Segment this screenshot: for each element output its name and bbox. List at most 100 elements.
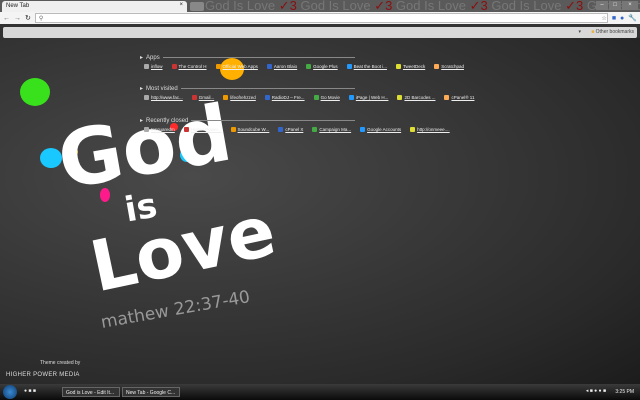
new-tab-page: God is Love mathew 22:37-40 ▸ Apps inflow…	[0, 38, 640, 384]
favicon-icon	[144, 95, 149, 100]
tile-link[interactable]: lifeofrehzzed	[223, 95, 256, 100]
reload-icon[interactable]: ↻	[25, 14, 31, 22]
favicon-icon	[264, 95, 270, 100]
tile-link[interactable]: Google Plus	[306, 64, 338, 69]
tile-link[interactable]: Soundcube W...	[230, 127, 270, 132]
tile-link[interactable]: The Control H	[171, 64, 207, 69]
recently-closed-section: ▸ Recently closed Insquaredm Higher Power.…	[140, 117, 450, 132]
tile-label: Higher Power...	[190, 127, 222, 132]
taskbar-item-label: New Tab - Google C...	[126, 390, 176, 396]
tile-link[interactable]: Go Movie	[313, 95, 340, 100]
maximize-button[interactable]: □	[609, 1, 621, 10]
tile-link[interactable]: RadioDJ – Fre...	[264, 95, 305, 100]
triangle-icon[interactable]: ▸	[140, 85, 143, 92]
back-icon[interactable]: ←	[3, 15, 10, 22]
most-visited-section: ▸ Most visited http://www.fac... Gmail... l…	[140, 85, 474, 100]
section-title[interactable]: Apps	[146, 55, 160, 61]
tile-label: Insquaredm	[151, 127, 175, 132]
section-title[interactable]: Most visited	[146, 86, 178, 92]
tile-link[interactable]: Gmail...	[191, 95, 214, 100]
minimize-button[interactable]: –	[596, 1, 608, 10]
theme-credit: Theme created by	[40, 360, 81, 366]
system-tray-icons[interactable]: ◂ ■ ● ● ■	[586, 388, 606, 394]
tile-label: RadioDJ – Fre...	[271, 95, 305, 100]
splatter	[220, 58, 244, 80]
favicon-icon	[410, 127, 416, 132]
tile-link[interactable]: Aaron Blaio	[266, 64, 298, 69]
star-icon[interactable]: ☆	[601, 15, 606, 22]
tile-link[interactable]: http://www.fac...	[144, 95, 183, 100]
favicon-icon	[313, 95, 319, 100]
tile-link[interactable]: http://onmeee....	[410, 127, 450, 132]
favicon-icon	[434, 64, 440, 69]
tile-link[interactable]: inflow	[144, 64, 163, 69]
tile-link[interactable]: cPanel X	[278, 127, 303, 132]
apps-section: ▸ Apps inflow The Control H Official Web Ap…	[140, 54, 464, 69]
extension-icon[interactable]: ■	[612, 15, 616, 22]
tile-link[interactable]: Scratchpad	[434, 64, 464, 69]
favicon-icon	[223, 95, 229, 100]
tile-label: Aaron Blaio	[273, 64, 298, 69]
favicon-icon	[312, 127, 318, 132]
favicon-icon	[360, 127, 366, 132]
favicon-icon	[266, 64, 272, 69]
triangle-icon[interactable]: ▸	[140, 117, 143, 124]
favicon-icon	[144, 64, 149, 69]
wrench-icon[interactable]: 🔧	[628, 14, 637, 22]
taskbar-item[interactable]: God is Love - Edit It...	[62, 387, 120, 397]
favicon-icon	[348, 95, 354, 100]
chevron-down-icon[interactable]: ▾	[578, 29, 581, 35]
tile-label: Official Web Apps	[222, 64, 258, 69]
extension-icon-2[interactable]: ●	[620, 15, 624, 22]
tile-label: cPanel X	[285, 127, 304, 132]
close-window-button[interactable]: ×	[622, 1, 638, 10]
tile-label: 2D Barcodes ...	[404, 95, 436, 100]
toolbar: ← → ↻ ⚲ ☆ ■ ● 🔧	[0, 12, 640, 24]
taskbar: ● ■ ■ God is Love - Edit It... New Tab -…	[0, 384, 640, 400]
other-bookmarks[interactable]: ■ Other bookmarks	[591, 29, 634, 35]
tile-link[interactable]: Beat the Boot i...	[346, 64, 387, 69]
tile-link[interactable]: Higher Power...	[183, 127, 222, 132]
new-tab-button[interactable]	[190, 2, 204, 11]
tile-label: lifeofrehzzed	[230, 95, 256, 100]
tile-label: http://onmeee....	[417, 127, 450, 132]
tile-label: http://www.fac...	[151, 95, 183, 100]
favicon-icon	[144, 127, 149, 132]
tile-label: cPanel® 11	[451, 95, 475, 100]
tile-label: inflow	[151, 64, 163, 69]
tile-label: TweetDeck	[402, 64, 426, 69]
tab-title: New Tab	[6, 3, 30, 9]
forward-icon[interactable]: →	[14, 15, 21, 22]
section-title[interactable]: Recently closed	[146, 118, 188, 124]
artwork-love: Love	[83, 189, 283, 309]
taskbar-item-label: God is Love - Edit It...	[66, 390, 115, 396]
tile-link[interactable]: Google Accounts	[360, 127, 401, 132]
quick-launch-icons[interactable]: ● ■ ■	[24, 388, 36, 394]
tile-link[interactable]: 2D Barcodes ...	[397, 95, 435, 100]
tile-link[interactable]: Campaign Ma...	[312, 127, 351, 132]
favicon-icon	[306, 64, 312, 69]
close-tab-icon[interactable]: ×	[179, 2, 183, 8]
splatter	[20, 78, 50, 106]
search-icon: ⚲	[38, 15, 44, 22]
tile-label: Soundcube W...	[237, 127, 270, 132]
tab-new-tab[interactable]: New Tab ×	[2, 1, 187, 12]
tile-link[interactable]: TweetDeck	[395, 64, 426, 69]
folder-icon: ■	[591, 29, 595, 35]
tile-link[interactable]: iPage | Web H...	[348, 95, 388, 100]
tile-link[interactable]: Insquaredm	[144, 127, 175, 132]
favicon-icon	[397, 95, 403, 100]
omnibox[interactable]: ⚲ ☆	[34, 13, 608, 23]
theme-brand[interactable]: HIGHER POWER MEDIA	[6, 372, 80, 378]
taskbar-item[interactable]: New Tab - Google C...	[122, 387, 180, 397]
tile-link[interactable]: cPanel® 11	[444, 95, 474, 100]
theme-banner: God Is Love ✓3 God Is Love ✓3 God Is Lov…	[205, 0, 640, 12]
clock[interactable]: 3:25 PM	[615, 389, 634, 395]
other-bookmarks-label: Other bookmarks	[595, 29, 634, 35]
favicon-icon	[395, 64, 401, 69]
start-button[interactable]	[3, 385, 17, 399]
favicon-icon	[444, 95, 450, 100]
tile-link[interactable]: Official Web Apps	[215, 64, 258, 69]
triangle-icon[interactable]: ▸	[140, 54, 143, 61]
theme-banner-text: God Is Love	[205, 0, 276, 12]
